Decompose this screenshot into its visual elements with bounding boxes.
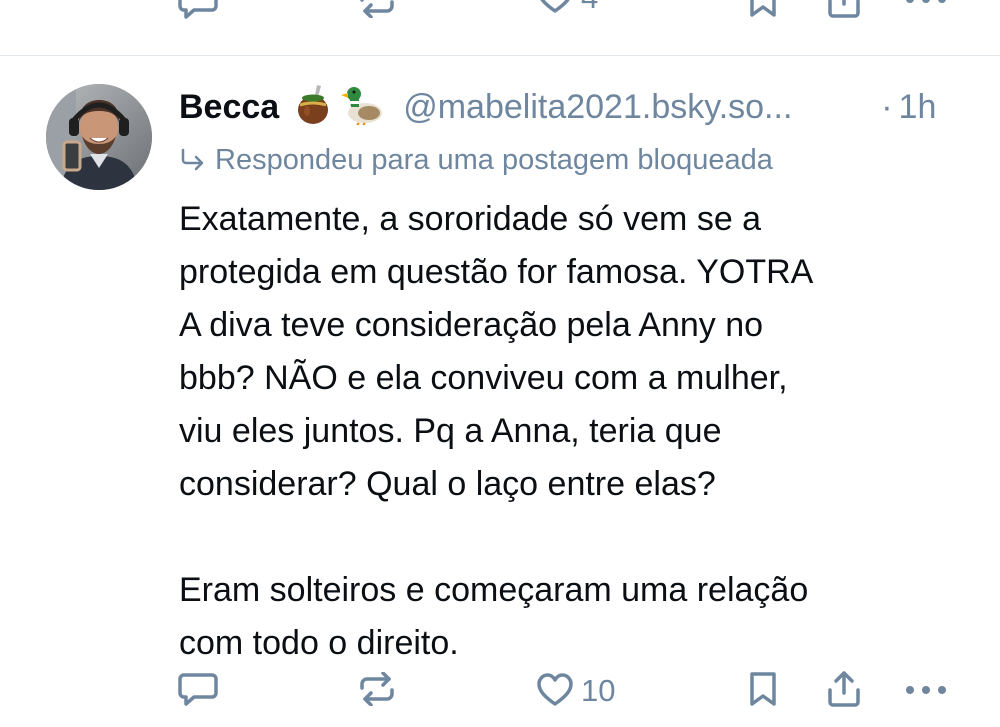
reply-button[interactable] bbox=[178, 673, 218, 707]
user-handle[interactable]: @mabelita2021.bsky.so... bbox=[403, 88, 865, 127]
mate-gourd-emoji bbox=[295, 84, 331, 130]
more-icon bbox=[906, 0, 946, 3]
prev-bookmark-button[interactable] bbox=[748, 0, 778, 18]
prev-more-button[interactable] bbox=[905, 0, 947, 4]
post-header: Becca @mabelita2021.bsky.so... · 1h bbox=[179, 84, 979, 130]
reply-icon bbox=[178, 0, 218, 19]
reply-icon bbox=[178, 673, 218, 706]
repost-icon bbox=[360, 0, 394, 18]
like-icon bbox=[540, 0, 570, 13]
share-icon bbox=[828, 671, 860, 707]
reply-context[interactable]: Respondeu para uma postagem bloqueada bbox=[179, 140, 773, 180]
display-name[interactable]: Becca bbox=[179, 88, 279, 127]
more-button[interactable] bbox=[905, 685, 947, 695]
like-count: 10 bbox=[581, 672, 616, 708]
post-text: Exatamente, a sororidade só vem se a pro… bbox=[179, 200, 814, 662]
bookmark-icon bbox=[750, 672, 776, 706]
repost-button[interactable] bbox=[358, 672, 396, 706]
avatar-photo bbox=[46, 84, 152, 190]
prev-reply-button[interactable] bbox=[178, 0, 218, 20]
prev-like-count: 4 bbox=[581, 0, 598, 13]
repost-icon bbox=[360, 672, 394, 706]
reply-arrow-icon bbox=[181, 148, 204, 171]
post-divider bbox=[0, 55, 1000, 56]
more-icon bbox=[906, 686, 946, 694]
reply-context-text: Respondeu para uma postagem bloqueada bbox=[215, 143, 773, 176]
like-icon bbox=[537, 673, 573, 706]
bookmark-icon bbox=[750, 0, 776, 17]
avatar[interactable] bbox=[46, 84, 152, 190]
share-button[interactable] bbox=[827, 671, 861, 707]
timestamp[interactable]: 1h bbox=[899, 88, 937, 127]
prev-share-button[interactable] bbox=[827, 0, 861, 18]
prev-like-button[interactable]: 4 bbox=[537, 0, 598, 14]
share-icon bbox=[828, 0, 860, 18]
duck-emoji bbox=[339, 85, 385, 130]
like-button[interactable]: 10 bbox=[537, 673, 615, 707]
bookmark-button[interactable] bbox=[748, 671, 778, 707]
prev-repost-button[interactable] bbox=[358, 0, 396, 18]
separator-dot: · bbox=[881, 87, 893, 126]
